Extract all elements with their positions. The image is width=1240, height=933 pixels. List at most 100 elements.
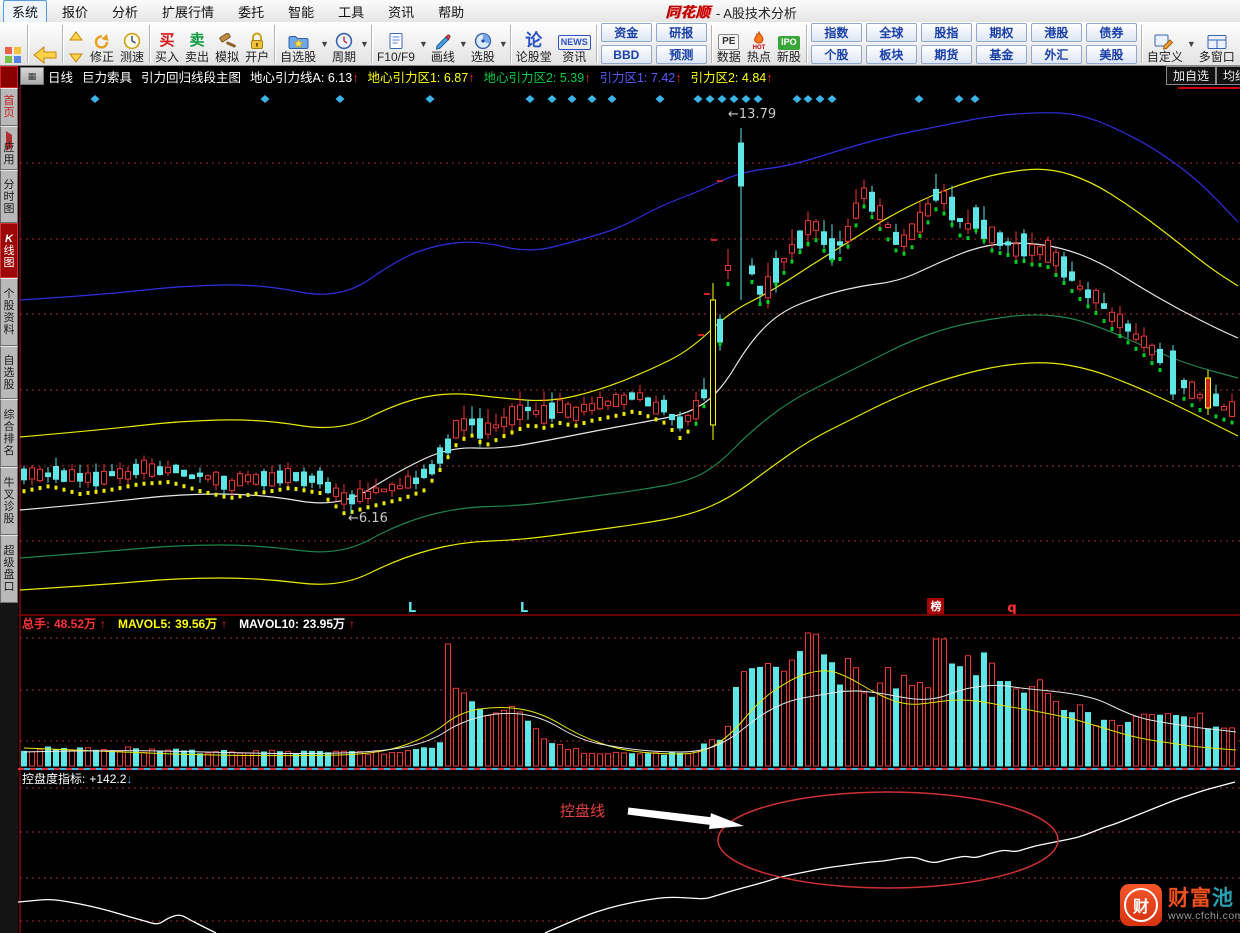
- menu-item-2[interactable]: 分析: [103, 0, 147, 23]
- trend-tick: [1198, 408, 1202, 412]
- collapse-button[interactable]: ▦: [20, 67, 44, 85]
- button-期货[interactable]: 期货: [920, 45, 972, 64]
- sidebar-tab-首页[interactable]: 首页: [0, 88, 18, 126]
- trend-tick: [22, 489, 26, 494]
- sidebar-tab-K线图[interactable]: K线图: [0, 223, 18, 278]
- menu-item-4[interactable]: 委托: [229, 0, 273, 23]
- period-label[interactable]: 日线: [48, 67, 73, 86]
- button-预测[interactable]: 预测: [655, 45, 707, 64]
- toolbar-button-wrap: 买买入: [152, 23, 182, 65]
- button-BBD[interactable]: BBD: [600, 45, 652, 64]
- button-新股[interactable]: IPO 新股: [774, 23, 804, 65]
- chart-canvas[interactable]: ←13.79 ←6.16 L L 榜 q 控盘线: [0, 0, 1240, 933]
- sidebar-tab-自选股[interactable]: 自选股: [0, 346, 18, 399]
- button-开户[interactable]: 开户: [242, 23, 272, 65]
- button-测速[interactable]: 测速: [117, 23, 147, 65]
- sidebar-tab-分时图[interactable]: 分时图: [0, 170, 18, 223]
- button-研报[interactable]: 研报: [655, 23, 707, 42]
- button-多窗口[interactable]: 多窗口: [1196, 23, 1238, 65]
- button-label: 论股堂: [515, 49, 552, 64]
- button-back-arrow[interactable]: [30, 23, 60, 65]
- candle-body: [1117, 313, 1123, 329]
- chevron-down-icon[interactable]: ▼: [459, 39, 468, 49]
- button-arrows-updown[interactable]: [65, 23, 87, 65]
- menu-item-0[interactable]: 系统: [3, 0, 48, 23]
- toolbar-button-wrap: 修正: [87, 23, 117, 65]
- button-基金[interactable]: 基金: [975, 45, 1027, 64]
- chevron-down-icon[interactable]: ▼: [419, 39, 428, 49]
- button-买入[interactable]: 买买入: [152, 23, 182, 65]
- toolbar-button-wrap: 自选股 ▼: [277, 23, 329, 65]
- button-周期[interactable]: 周期: [329, 23, 359, 65]
- candle-body: [237, 473, 243, 487]
- sidebar-tab-超级盘口[interactable]: 超级盘口: [0, 535, 18, 603]
- button-自定义[interactable]: 自定义: [1144, 23, 1186, 65]
- menu-item-7[interactable]: 资讯: [379, 0, 423, 23]
- candle-body: [469, 418, 475, 426]
- trend-tick: [1118, 334, 1122, 338]
- volume-bar: [869, 696, 875, 767]
- button-个股[interactable]: 个股: [810, 45, 862, 64]
- button-模拟[interactable]: 模拟: [212, 23, 242, 65]
- sidebar-tab-综合排名[interactable]: 综合排名: [0, 399, 18, 467]
- trend-tick: [374, 503, 378, 508]
- button-加自选[interactable]: 加自选: [1165, 66, 1216, 85]
- button-均线[interactable]: 均线: [1215, 66, 1240, 85]
- menu-item-3[interactable]: 扩展行情: [153, 0, 223, 23]
- candle-body: [773, 258, 779, 283]
- menu-item-5[interactable]: 智能: [279, 0, 323, 23]
- button-股指[interactable]: 股指: [920, 23, 972, 42]
- sidebar-tab-应用[interactable]: 应用: [0, 126, 18, 170]
- signal-diamond-icon: [914, 95, 924, 103]
- trend-tick: [542, 425, 546, 430]
- header-underline: [1178, 87, 1240, 89]
- button-自选股[interactable]: 自选股: [277, 23, 319, 65]
- button-全球[interactable]: 全球: [865, 23, 917, 42]
- trend-tick: [1190, 403, 1194, 408]
- button-论股堂[interactable]: 论论股堂: [513, 23, 555, 65]
- toolbar-pair-指数: 指数 个股: [810, 23, 862, 64]
- button-选股[interactable]: 选股: [468, 23, 498, 65]
- button-资金[interactable]: 资金: [600, 23, 652, 42]
- button-板块[interactable]: 板块: [865, 45, 917, 64]
- button-外汇[interactable]: 外汇: [1030, 45, 1082, 64]
- trend-tick: [238, 494, 242, 499]
- trend-tick: [558, 421, 562, 425]
- button-热点[interactable]: HOT 热点: [744, 23, 774, 65]
- button-修正[interactable]: 修正: [87, 23, 117, 65]
- button-app-grid[interactable]: [1, 23, 25, 65]
- sidebar-tab-个股资料[interactable]: 个股资料: [0, 278, 18, 346]
- toolbar-button-wrap: 画线 ▼: [428, 23, 468, 65]
- menu-item-1[interactable]: 报价: [53, 0, 97, 23]
- volume-bar: [661, 754, 667, 767]
- chevron-down-icon[interactable]: ▼: [499, 39, 508, 49]
- candle-body: [725, 265, 731, 271]
- button-港股[interactable]: 港股: [1030, 23, 1082, 42]
- volume-bar: [1061, 710, 1067, 767]
- speed-clock-icon: [123, 28, 141, 50]
- volume-bar: [645, 753, 651, 767]
- button-F10/F9[interactable]: F10/F9: [374, 23, 418, 65]
- button-美股[interactable]: 美股: [1085, 45, 1137, 64]
- button-卖出[interactable]: 卖卖出: [182, 23, 212, 65]
- button-资讯[interactable]: NEWS 资讯: [555, 23, 594, 65]
- trend-tick: [966, 236, 970, 241]
- volume-bar: [701, 743, 707, 767]
- candle-body: [565, 403, 571, 418]
- button-指数[interactable]: 指数: [810, 23, 862, 42]
- signal-diamond-icon: [547, 95, 557, 103]
- candle-body: [245, 474, 251, 483]
- candle-body: [45, 472, 51, 478]
- candle-body: [461, 418, 467, 431]
- candle-body: [365, 491, 371, 499]
- sidebar-tab-牛叉诊股[interactable]: 牛叉诊股: [0, 467, 18, 535]
- button-债券[interactable]: 债券: [1085, 23, 1137, 42]
- chevron-down-icon[interactable]: ▼: [360, 39, 369, 49]
- button-画线[interactable]: 画线: [428, 23, 458, 65]
- menu-item-6[interactable]: 工具: [329, 0, 373, 23]
- menu-item-8[interactable]: 帮助: [429, 0, 473, 23]
- chevron-down-icon[interactable]: ▼: [1187, 39, 1196, 49]
- chevron-down-icon[interactable]: ▼: [320, 39, 329, 49]
- button-数据[interactable]: PE 数据: [714, 23, 744, 65]
- button-期权[interactable]: 期权: [975, 23, 1027, 42]
